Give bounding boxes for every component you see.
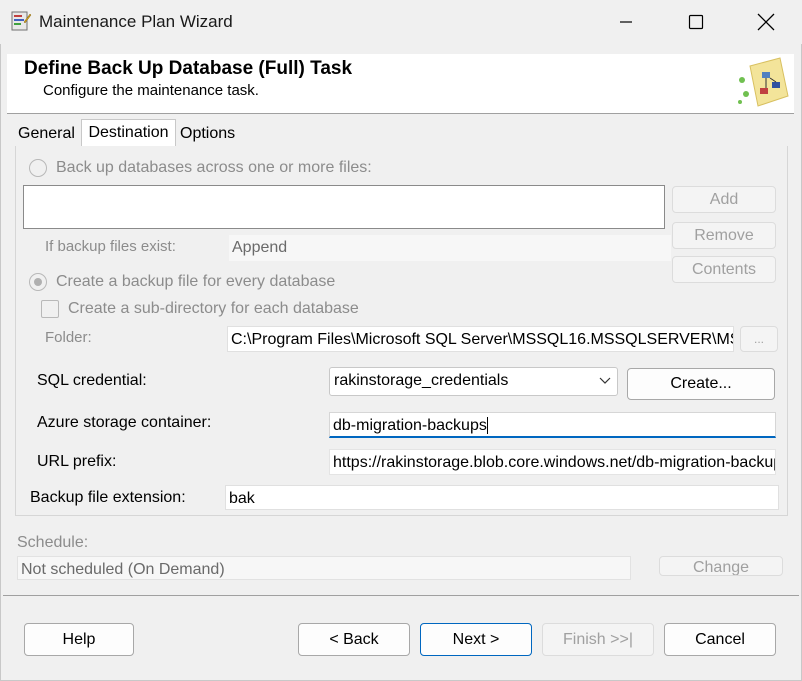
chevron-down-icon <box>599 368 611 403</box>
folder-label: Folder: <box>45 329 92 346</box>
remove-button[interactable]: Remove <box>672 222 776 249</box>
text-caret <box>486 417 488 435</box>
tab-destination[interactable]: Destination <box>81 119 176 148</box>
tab-options-label: Options <box>180 125 236 142</box>
window-title: Maintenance Plan Wizard <box>39 12 233 31</box>
every-db-label: Create a backup file for every database <box>56 273 336 290</box>
minimize-button[interactable] <box>591 0 661 44</box>
wizard-banner-icon <box>736 56 792 112</box>
ext-label: Backup file extension: <box>30 489 186 506</box>
title-bar[interactable]: Maintenance Plan Wizard <box>0 0 802 44</box>
maximize-icon <box>688 14 704 30</box>
finish-button[interactable]: Finish >>| <box>542 623 654 656</box>
page-subtitle: Configure the maintenance task. <box>43 82 259 99</box>
wizard-app-icon <box>10 10 32 32</box>
sql-credential-label: SQL credential: <box>37 372 147 389</box>
footer-separator <box>3 595 799 596</box>
wizard-header: Define Back Up Database (Full) Task Conf… <box>7 54 794 114</box>
page-title: Define Back Up Database (Full) Task <box>24 58 353 79</box>
across-files-radio[interactable] <box>29 159 47 177</box>
cancel-button[interactable]: Cancel <box>664 623 776 656</box>
backup-files-list[interactable] <box>23 185 665 229</box>
maximize-button[interactable] <box>661 0 731 44</box>
help-button[interactable]: Help <box>24 623 134 656</box>
sql-credential-combo[interactable]: rakinstorage_credentials <box>329 367 618 396</box>
tab-general[interactable]: General <box>18 122 80 147</box>
next-button[interactable]: Next > <box>420 623 532 656</box>
tab-general-label: General <box>18 125 75 142</box>
tab-options[interactable]: Options <box>180 122 240 147</box>
across-files-label: Back up databases across one or more fil… <box>56 159 372 176</box>
every-db-radio[interactable] <box>29 273 47 291</box>
contents-button[interactable]: Contents <box>672 256 776 283</box>
schedule-label: Schedule: <box>17 534 89 551</box>
folder-field[interactable]: C:\Program Files\Microsoft SQL Server\MS… <box>227 326 734 352</box>
schedule-field: Not scheduled (On Demand) <box>17 556 631 580</box>
create-credential-button[interactable]: Create... <box>627 368 775 400</box>
azure-container-value: db-migration-backups <box>333 417 487 434</box>
tab-destination-label: Destination <box>88 124 169 141</box>
change-schedule-button[interactable]: Change <box>659 556 783 576</box>
azure-container-label: Azure storage container: <box>37 414 212 431</box>
ext-field[interactable]: bak <box>225 485 779 510</box>
if-exist-label: If backup files exist: <box>45 238 176 255</box>
close-button[interactable] <box>731 0 801 44</box>
url-prefix-label: URL prefix: <box>37 453 117 470</box>
close-icon <box>757 13 775 31</box>
sql-credential-value: rakinstorage_credentials <box>334 372 509 389</box>
minimize-icon <box>620 21 632 23</box>
back-button[interactable]: < Back <box>298 623 410 656</box>
add-button[interactable]: Add <box>672 186 776 213</box>
if-exist-combo[interactable]: Append <box>229 235 671 261</box>
folder-browse-button[interactable]: ... <box>740 326 778 352</box>
azure-container-field[interactable]: db-migration-backups <box>329 412 776 438</box>
url-prefix-field[interactable]: https://rakinstorage.blob.core.windows.n… <box>329 449 776 475</box>
subdir-label: Create a sub-directory for each database <box>68 300 359 317</box>
subdir-checkbox[interactable] <box>41 300 59 318</box>
